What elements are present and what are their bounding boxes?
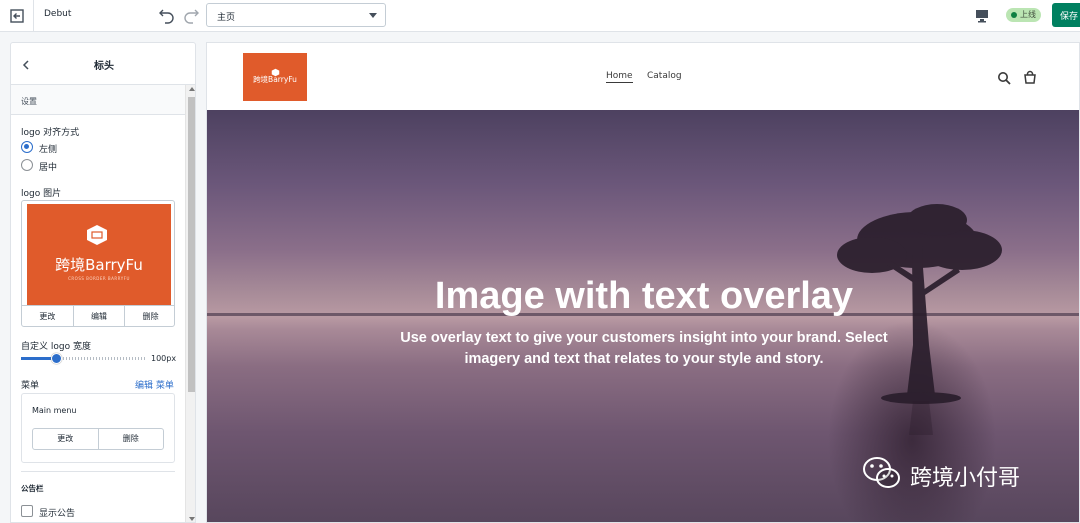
page-select-value: 主页 [217,13,236,23]
logo-sub-text: CROSS BORDER BARRYFU [68,276,130,281]
undo-icon[interactable] [158,6,176,24]
announcement-section-title: 公告栏 [21,484,44,493]
align-center-radio[interactable] [21,159,33,171]
menu-actions: 更改 删除 [32,428,164,450]
store-logo[interactable]: 跨境BarryFu [243,53,307,101]
hero-text: Use overlay text to give your customers … [400,330,888,367]
redo-icon[interactable] [182,6,200,24]
cart-icon[interactable] [1023,69,1037,84]
store-logo-emblem-icon [271,62,280,77]
watermark-text: 跨境小付哥 [910,466,1021,491]
store-preview: 跨境BarryFu Home Catalog Image with text o… [206,42,1080,523]
topbar-divider [33,0,34,32]
logo-image-card: 跨境BarryFu CROSS BORDER BARRYFU 更改 编辑 删除 [21,200,175,327]
edit-logo-button[interactable]: 编辑 [74,306,126,326]
logo-image-label: logo 图片 [21,189,62,199]
settings-sidebar: 标头 设置 logo 对齐方式 左侧 居中 logo 图片 跨境BarryFu … [10,42,196,523]
change-menu-button[interactable]: 更改 [33,429,99,449]
status-badge: 上线 [1006,8,1041,22]
slider-thumb[interactable] [50,353,62,364]
logo-align-label: logo 对齐方式 [21,128,80,138]
exit-icon[interactable] [6,5,28,27]
edit-menu-link[interactable]: 编辑 菜单 [135,378,174,391]
sidebar-scrollbar[interactable] [185,85,195,522]
sidebar-header: 标头 [11,43,195,85]
delete-logo-button[interactable]: 删除 [125,306,174,326]
logo-brand-text: 跨境BarryFu [55,256,143,274]
chevron-down-icon [369,13,377,18]
nav-home-link[interactable]: Home [606,71,633,83]
custom-width-label: 自定义 logo 宽度 [21,342,91,352]
align-left-label: 左侧 [39,145,58,155]
menu-label: 菜单 [21,381,40,391]
sidebar-title: 标头 [94,61,114,72]
logo-width-slider[interactable] [21,353,145,364]
save-button[interactable]: 保存 [1052,3,1080,27]
nav-catalog-link[interactable]: Catalog [647,71,682,81]
menu-card: Main menu 更改 删除 [21,393,175,463]
page-select[interactable]: 主页 [206,3,386,27]
menu-name: Main menu [32,406,77,415]
align-left-radio[interactable] [21,141,33,153]
settings-section-label: 设置 [11,85,185,115]
scroll-down-icon[interactable] [189,517,195,521]
show-announcement-label: 显示公告 [39,509,76,519]
section-divider [21,471,175,472]
logo-actions: 更改 编辑 删除 [22,305,174,326]
logo-width-value: 100px [151,354,177,363]
show-announcement-checkbox[interactable] [21,505,33,517]
delete-menu-button[interactable]: 删除 [99,429,164,449]
logo-image-preview: 跨境BarryFu CROSS BORDER BARRYFU [27,204,171,305]
search-icon[interactable] [997,70,1011,85]
hero-banner: Image with text overlay Use overlay text… [207,110,1079,522]
wechat-icon [863,457,900,488]
scrollbar-thumb[interactable] [188,97,195,392]
logo-emblem-icon [85,224,109,246]
desktop-preview-icon[interactable] [975,8,989,23]
store-header: 跨境BarryFu Home Catalog [207,43,1079,110]
hero-title: Image with text overlay [434,275,854,317]
theme-name: Debut [44,9,72,19]
scroll-up-icon[interactable] [189,87,195,91]
editor-topbar: Debut 主页 上线 保存 [0,0,1080,32]
change-logo-button[interactable]: 更改 [22,306,74,326]
store-logo-text: 跨境BarryFu [253,75,297,84]
align-center-label: 居中 [39,163,58,173]
